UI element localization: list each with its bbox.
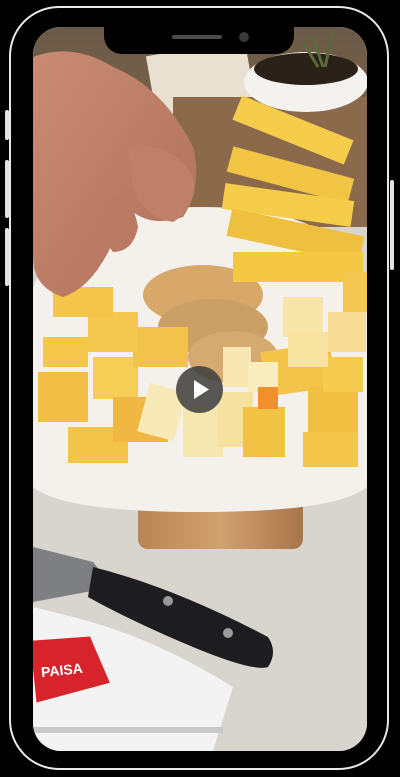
side-button-left-3 bbox=[5, 228, 9, 286]
side-button-right bbox=[390, 180, 394, 270]
side-button-left-1 bbox=[5, 110, 9, 140]
play-button[interactable] bbox=[176, 366, 223, 413]
play-icon bbox=[194, 380, 209, 399]
side-button-left-2 bbox=[5, 160, 9, 218]
camera-icon bbox=[239, 32, 249, 42]
notch bbox=[104, 27, 294, 54]
speaker-grille bbox=[172, 35, 222, 39]
